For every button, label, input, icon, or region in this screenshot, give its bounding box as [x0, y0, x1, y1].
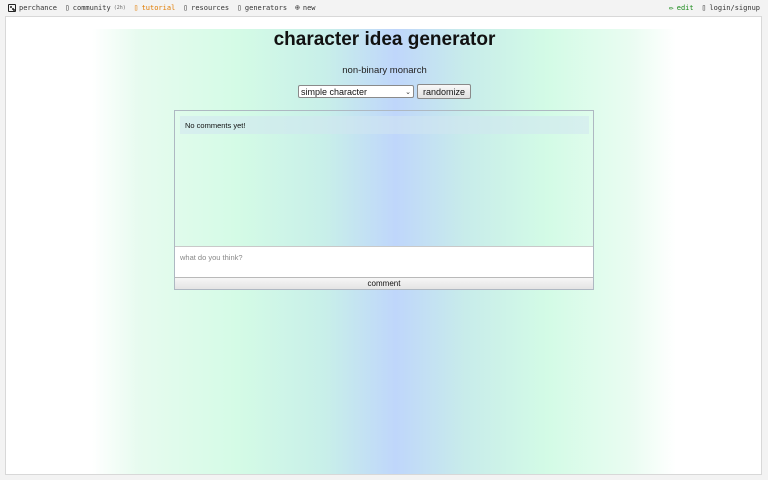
- pencil-icon: ✏: [668, 3, 674, 12]
- resources-icon: ▯: [183, 3, 189, 12]
- nav-login[interactable]: ▯ login/signup: [701, 3, 760, 13]
- generator-frame: character idea generator non-binary mona…: [5, 16, 762, 475]
- nav-community[interactable]: ▯ community (2h): [64, 3, 126, 13]
- nav-new-label: new: [302, 4, 316, 12]
- nav-resources[interactable]: ▯ resources: [183, 3, 230, 13]
- randomize-button[interactable]: randomize: [416, 84, 472, 99]
- dice-icon: [8, 4, 16, 12]
- nav-resources-label: resources: [191, 4, 230, 12]
- comment-submit-button[interactable]: comment: [175, 277, 593, 289]
- plus-circle-icon: ⊕: [295, 3, 300, 12]
- nav-community-label: community: [72, 4, 111, 12]
- nav-community-badge: (2h): [113, 5, 126, 11]
- nav-edit[interactable]: ✏ edit: [668, 3, 694, 13]
- nav-generators[interactable]: ▯ generators: [237, 3, 288, 13]
- generators-icon: ▯: [237, 3, 242, 12]
- nav-login-label: login/signup: [709, 4, 760, 12]
- user-icon: ▯: [701, 3, 707, 12]
- nav-generators-label: generators: [244, 4, 288, 12]
- top-navigation-bar: perchance ▯ community (2h) ▯ tutorial ▯ …: [0, 0, 768, 16]
- book-icon: ▯: [133, 3, 139, 12]
- nav-perchance-label: perchance: [19, 4, 57, 12]
- nav-tutorial-label: tutorial: [141, 4, 176, 12]
- nav-new[interactable]: ⊕ new: [295, 3, 316, 13]
- character-type-select[interactable]: simple character ⌄: [297, 85, 414, 98]
- comments-list: No comments yet!: [175, 111, 593, 246]
- door-icon: ▯: [64, 3, 70, 12]
- character-type-select-value: simple character: [300, 86, 368, 97]
- nav-edit-label: edit: [676, 4, 694, 12]
- generated-result: non-binary monarch: [342, 65, 427, 76]
- comments-panel: No comments yet! what do you think? comm…: [174, 110, 594, 290]
- generator-content: character idea generator non-binary mona…: [6, 17, 761, 474]
- nav-tutorial[interactable]: ▯ tutorial: [133, 3, 176, 13]
- page-title: character idea generator: [273, 29, 496, 50]
- nav-perchance[interactable]: perchance: [8, 4, 57, 12]
- nav-right-group: ✏ edit ▯ login/signup: [669, 0, 760, 16]
- chevron-down-icon: ⌄: [405, 88, 411, 96]
- generator-controls: simple character ⌄ randomize: [6, 84, 761, 99]
- comment-input[interactable]: what do you think?: [175, 246, 593, 277]
- no-comments-message: No comments yet!: [180, 116, 589, 134]
- nav-left-group: perchance ▯ community (2h) ▯ tutorial ▯ …: [8, 0, 316, 16]
